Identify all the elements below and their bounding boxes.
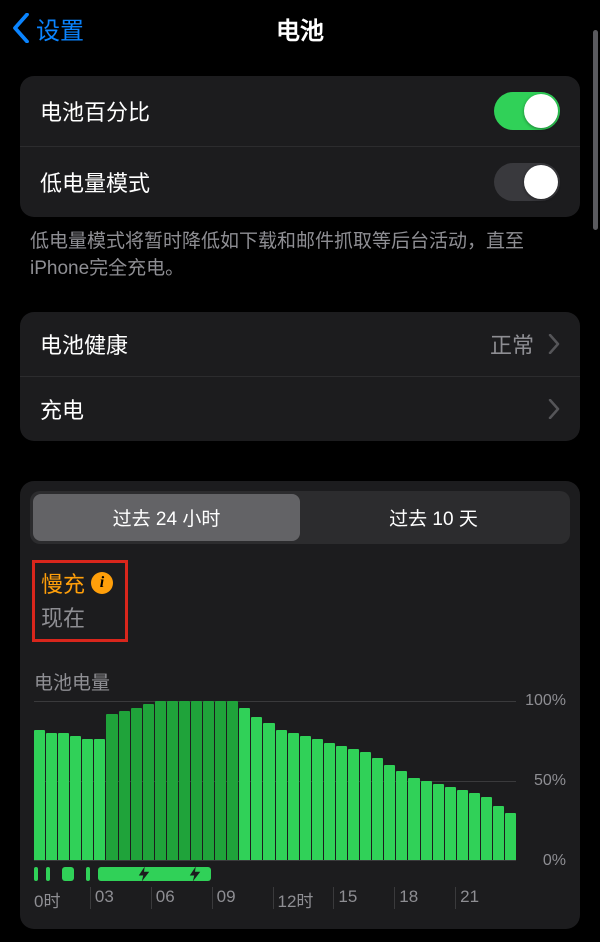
chart-area	[34, 701, 516, 861]
x-tick-label: 0时	[34, 887, 90, 909]
bolt-icon	[135, 865, 153, 883]
chart-bar	[481, 797, 492, 861]
chart-bar	[288, 733, 299, 860]
chart-bar	[34, 730, 45, 860]
charging-label: 充电	[40, 393, 84, 425]
chart-bar	[82, 739, 93, 860]
battery-health-right: 正常	[490, 328, 560, 360]
charging-strip	[34, 867, 516, 881]
nav-bar: 设置 电池	[0, 0, 600, 56]
battery-percentage-label: 电池百分比	[40, 95, 150, 127]
chart-title: 电池电量	[34, 668, 566, 695]
x-tick-label: 18	[394, 887, 455, 909]
chart-bar	[70, 736, 81, 860]
chart-bar	[167, 701, 178, 860]
tab-last-10d[interactable]: 过去 10 天	[300, 494, 567, 541]
chart-section: 过去 24 小时 过去 10 天 慢充 i 现在 电池电量 100% 50% 0…	[20, 481, 580, 929]
battery-health-label: 电池健康	[40, 328, 128, 360]
charging-segment	[34, 867, 38, 881]
chart-bar	[131, 708, 142, 861]
battery-health-value: 正常	[490, 328, 534, 360]
back-label: 设置	[36, 11, 84, 46]
charging-segment	[46, 867, 50, 881]
x-tick-label: 03	[90, 887, 151, 909]
health-section: 电池健康 正常 充电	[20, 312, 580, 441]
chart-bar	[155, 701, 166, 860]
chart-bar	[396, 771, 407, 860]
chart-bar	[384, 765, 395, 860]
chart-bar	[457, 790, 468, 860]
charging-right	[534, 399, 560, 419]
y-axis-labels: 100% 50% 0%	[516, 701, 566, 861]
chart-bar	[493, 806, 504, 860]
chevron-right-icon	[548, 334, 560, 354]
now-label: 现在	[41, 601, 113, 633]
chevron-left-icon	[12, 13, 30, 43]
chart-bar	[421, 781, 432, 861]
x-tick-label: 12时	[273, 887, 334, 909]
x-tick-label: 06	[151, 887, 212, 909]
chart-bar	[191, 701, 202, 860]
chart-bar	[276, 730, 287, 860]
chart-bar	[360, 752, 371, 860]
chart-bar	[505, 813, 516, 861]
battery-percentage-toggle[interactable]	[494, 92, 560, 130]
status-highlight-box: 慢充 i 现在	[32, 560, 128, 642]
time-segment: 过去 24 小时 过去 10 天	[30, 491, 570, 544]
chart-bar	[336, 746, 347, 860]
low-power-note: 低电量模式将暂时降低如下载和邮件抓取等后台活动，直至 iPhone完全充电。	[0, 217, 600, 282]
chart-bar	[445, 787, 456, 860]
chart-bar	[348, 749, 359, 860]
battery-percentage-row: 电池百分比	[20, 76, 580, 146]
chart-bar	[251, 717, 262, 860]
chart-bar	[179, 701, 190, 860]
chart-bar	[203, 701, 214, 860]
chart-bar	[239, 708, 250, 861]
chart-bar	[312, 739, 323, 860]
chart-bar	[46, 733, 57, 860]
chevron-right-icon	[548, 399, 560, 419]
tab-last-24h[interactable]: 过去 24 小时	[33, 494, 300, 541]
chart-bar	[58, 733, 69, 860]
chart-bars	[34, 701, 516, 860]
x-tick-label: 15	[333, 887, 394, 909]
chart-bar	[227, 701, 238, 860]
low-power-row: 低电量模式	[20, 146, 580, 217]
y-label-50: 50%	[534, 772, 566, 790]
toggle-knob	[524, 94, 558, 128]
bolt-icon	[186, 865, 204, 883]
chart-bar	[433, 784, 444, 860]
x-axis-labels: 0时03060912时151821	[34, 887, 516, 909]
low-power-toggle[interactable]	[494, 163, 560, 201]
slow-charge-label: 慢充	[41, 567, 85, 599]
info-icon[interactable]: i	[91, 572, 113, 594]
page-title: 电池	[0, 11, 600, 46]
chart-bar	[215, 701, 226, 860]
chart-bar	[372, 758, 383, 860]
charging-row[interactable]: 充电	[20, 376, 580, 441]
toggle-knob	[524, 165, 558, 199]
chart-bar	[469, 793, 480, 860]
chart-bar	[300, 736, 311, 860]
back-button[interactable]: 设置	[12, 11, 84, 46]
toggle-section: 电池百分比 低电量模式	[20, 76, 580, 217]
x-tick-label: 21	[455, 887, 516, 909]
chart-bar	[143, 704, 154, 860]
y-label-0: 0%	[543, 852, 566, 870]
chart-bar	[106, 714, 117, 860]
slow-charge-row[interactable]: 慢充 i	[41, 567, 113, 599]
low-power-label: 低电量模式	[40, 166, 150, 198]
y-label-100: 100%	[525, 692, 566, 710]
chart-bar	[324, 743, 335, 861]
scrollbar[interactable]	[593, 30, 598, 230]
chart-bar	[94, 739, 105, 860]
chart-bar	[263, 723, 274, 860]
chart-bar	[408, 778, 419, 861]
chart-bar	[119, 711, 130, 860]
battery-health-row[interactable]: 电池健康 正常	[20, 312, 580, 376]
charging-segment	[62, 867, 74, 881]
x-tick-label: 09	[212, 887, 273, 909]
battery-level-chart: 100% 50% 0%	[30, 701, 570, 861]
charging-segment	[86, 867, 90, 881]
